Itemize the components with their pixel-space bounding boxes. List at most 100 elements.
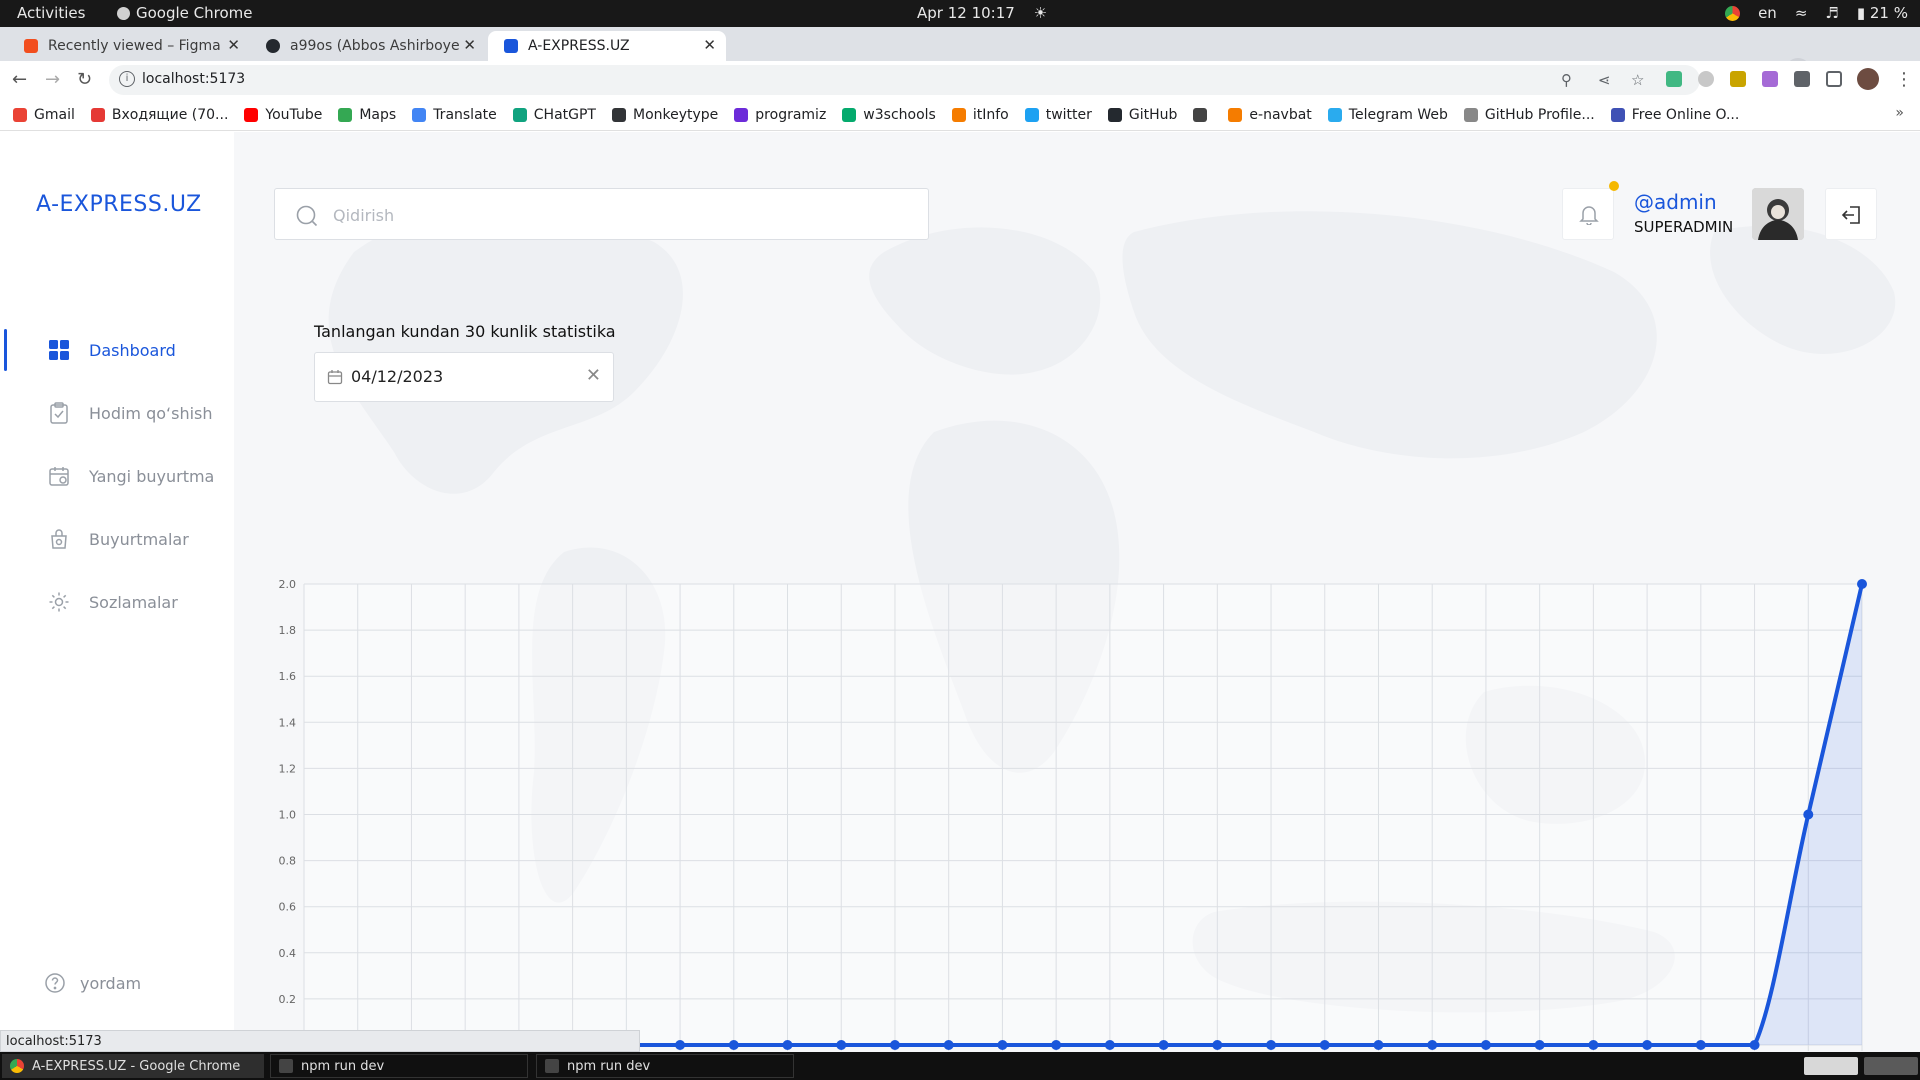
side-panel-icon[interactable]	[1826, 71, 1842, 87]
taskbar-item[interactable]: A-EXPRESS.UZ - Google Chrome	[2, 1054, 264, 1078]
search-input[interactable]	[333, 201, 893, 229]
bookmark-favicon-icon	[951, 107, 966, 122]
search-icon	[296, 205, 318, 227]
pen-extension-icon[interactable]	[1762, 71, 1778, 87]
profile-avatar-icon[interactable]	[1857, 68, 1879, 90]
password-key-icon[interactable]: ⚲	[1561, 71, 1572, 89]
avatar[interactable]	[1752, 188, 1804, 240]
close-tab-icon[interactable]: ✕	[227, 36, 240, 54]
date-value: 04/12/2023	[351, 367, 444, 386]
bookmark-label: e-navbat	[1249, 106, 1312, 123]
browser-tab[interactable]: a99os (Abbos Ashirboyev) ✕	[250, 31, 486, 61]
battery-icon: ▮	[1856, 4, 1866, 22]
bookmark-label: GitHub	[1128, 106, 1178, 123]
y-tick-label: 1.8	[279, 624, 297, 637]
app-logo[interactable]: A-EXPRESS.UZ	[36, 192, 202, 217]
bookmark-item[interactable]: Входящие (70...	[90, 107, 228, 123]
share-icon[interactable]: ⋖	[1598, 71, 1611, 89]
more-bookmarks-icon[interactable]: »	[1895, 105, 1904, 121]
bookmark-item[interactable]: GitHub Profile...	[1463, 107, 1595, 123]
sidebar-item-label: Yangi buyurtma	[89, 466, 215, 486]
data-point	[728, 1040, 739, 1050]
y-tick-label: 1.4	[279, 716, 297, 729]
bookmark-item[interactable]: w3schools	[842, 107, 936, 123]
back-icon[interactable]: ←	[12, 69, 27, 90]
bookmark-item[interactable]: Monkeytype	[611, 107, 718, 123]
bookmark-item[interactable]	[1193, 107, 1214, 122]
close-tab-icon[interactable]: ✕	[463, 36, 476, 54]
sidebar-item-new-order[interactable]: Yangi buyurtma	[0, 451, 234, 501]
sidebar-item-label: Dashboard	[89, 340, 176, 360]
bookmark-item[interactable]: itInfo	[951, 106, 1009, 123]
date-picker[interactable]: 04/12/2023 ✕	[314, 352, 614, 402]
bookmark-favicon-icon	[842, 107, 857, 122]
bookmark-item[interactable]: YouTube	[244, 107, 322, 123]
browser-tab[interactable]: Recently viewed – Figma ✕	[8, 31, 250, 61]
bookmark-item[interactable]: GitHub	[1107, 106, 1178, 123]
system-clock[interactable]: Apr 12 10:17 ☀	[917, 4, 1047, 22]
bookmark-favicon-icon	[90, 107, 105, 122]
bookmark-item[interactable]: CHatGPT	[512, 106, 596, 123]
vue-devtools-extension-icon[interactable]	[1666, 71, 1682, 87]
sidebar-item-orders[interactable]: Buyurtmalar	[0, 514, 234, 564]
user-name[interactable]: @admin	[1634, 190, 1717, 214]
bookmark-favicon-icon	[412, 107, 427, 122]
chrome-tray-icon	[1725, 5, 1741, 21]
bookmark-star-icon[interactable]: ☆	[1631, 71, 1644, 89]
bookmark-favicon-icon	[512, 107, 527, 122]
browser-toolbar: ← → ↻ i localhost:5173 ⚲ ⋖ ☆ ⋮	[0, 61, 1920, 99]
active-app-menu[interactable]: Google Chrome	[117, 4, 253, 22]
translate-extension-icon[interactable]	[1698, 71, 1714, 87]
reload-icon[interactable]: ↻	[77, 69, 92, 90]
bookmark-label: Telegram Web	[1348, 106, 1448, 123]
clear-date-icon[interactable]: ✕	[586, 365, 601, 386]
taskbar-item[interactable]: npm run dev	[536, 1054, 794, 1078]
y-tick-label: 1.6	[279, 670, 297, 683]
address-url: localhost:5173	[142, 71, 246, 87]
bookmark-item[interactable]: Free Online O...	[1610, 106, 1740, 123]
search-box[interactable]	[274, 188, 929, 240]
bookmark-favicon-icon	[1463, 107, 1478, 122]
address-bar[interactable]: i localhost:5173 ⚲ ⋖ ☆	[109, 65, 1700, 95]
sidebar-item-dashboard[interactable]: Dashboard	[0, 325, 234, 375]
close-tab-icon[interactable]: ✕	[703, 36, 716, 54]
forward-icon[interactable]: →	[45, 69, 60, 90]
bookmark-label: Free Online O...	[1631, 106, 1740, 123]
logout-button[interactable]	[1825, 188, 1877, 240]
workspace-switcher-1[interactable]	[1804, 1057, 1858, 1075]
notifications-button[interactable]	[1562, 181, 1619, 240]
link-status-bar: localhost:5173	[0, 1030, 640, 1052]
bookmark-item[interactable]: Gmail	[13, 107, 75, 123]
taskbar-item[interactable]: npm run dev	[270, 1054, 528, 1078]
data-point	[782, 1040, 793, 1050]
bookmark-item[interactable]: e-navbat	[1228, 106, 1312, 123]
sidebar-item-label: Sozlamalar	[89, 592, 178, 612]
chrome-menu-icon[interactable]: ⋮	[1895, 69, 1913, 90]
bookmark-label: CHatGPT	[533, 106, 596, 123]
site-info-icon[interactable]: i	[119, 71, 135, 87]
sidebar-item-add-employee[interactable]: Hodim qo‘shish	[0, 388, 234, 438]
bookmarks-bar: Gmail Входящие (70... YouTube Maps Translate…	[0, 99, 1920, 131]
bookmark-item[interactable]: Maps	[338, 107, 396, 123]
bookmark-item[interactable]: Translate	[412, 107, 497, 123]
y-tick-label: 0.6	[279, 901, 297, 914]
extension-icon[interactable]	[1730, 71, 1746, 87]
help-link[interactable]: yordam	[44, 972, 141, 994]
bookmark-favicon-icon	[338, 107, 353, 122]
browser-tab-active[interactable]: A-EXPRESS.UZ ✕	[488, 31, 726, 61]
puzzle-extensions-icon[interactable]	[1794, 71, 1810, 87]
bookmark-item[interactable]: twitter	[1024, 107, 1092, 123]
system-tray[interactable]: en ≈ ♬ ▮ 21 %	[1725, 4, 1908, 22]
volume-icon: ♬	[1825, 4, 1839, 22]
workspace-switcher-2[interactable]	[1864, 1057, 1918, 1075]
sidebar-item-settings[interactable]: Sozlamalar	[0, 577, 234, 627]
bookmark-item[interactable]: Telegram Web	[1327, 106, 1448, 123]
data-point	[836, 1040, 847, 1050]
bookmark-label: itInfo	[972, 106, 1009, 123]
data-point	[1212, 1040, 1223, 1050]
activities-button[interactable]: Activities	[17, 4, 85, 22]
figma-favicon-icon	[24, 39, 38, 53]
data-point	[1051, 1040, 1062, 1050]
battery-status: ▮ 21 %	[1857, 4, 1908, 22]
bookmark-item[interactable]: programiz	[734, 107, 826, 123]
